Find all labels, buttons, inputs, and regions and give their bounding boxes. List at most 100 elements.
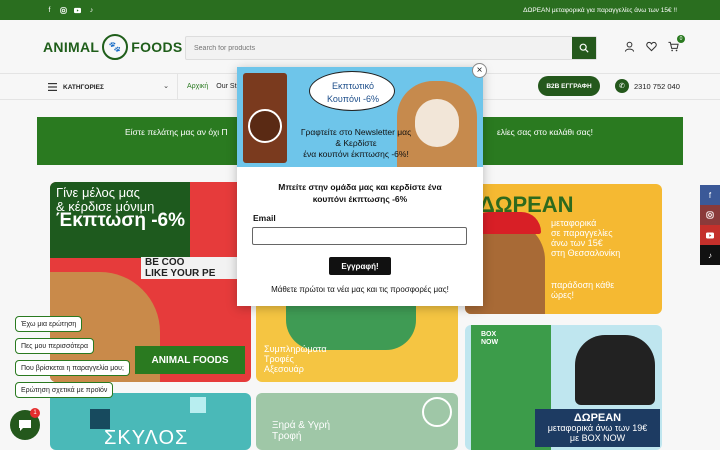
animal-foods-seal-icon xyxy=(422,397,452,427)
facebook-icon[interactable]: f xyxy=(46,7,53,14)
tile-free-text: μεταφορικά σε παραγγελίες άνω των 15€ στ… xyxy=(551,218,620,258)
header-icons: 0 xyxy=(623,35,685,52)
chat-quick-reply[interactable]: Ερώτηση σχετικά με προϊόν xyxy=(15,382,114,398)
newsletter-popup: Εκπτωτικό Κουπόνι -6% Γραφτείτε στο News… xyxy=(237,63,487,306)
tile-free-line-6: ώρες! xyxy=(551,290,574,300)
email-field[interactable] xyxy=(252,227,467,245)
logo-text-animal: ANIMAL xyxy=(43,39,100,55)
notice-text-left: Είστε πελάτης μας αν όχι Π xyxy=(125,127,228,137)
tile-free-text-2: παράδοση κάθε ώρες! xyxy=(551,280,614,300)
phone-number: 2310 752 040 xyxy=(634,81,680,91)
nav-link-our-stores[interactable]: Our St xyxy=(216,83,236,90)
instagram-icon[interactable] xyxy=(60,6,67,14)
popup-newsletter-text: Γραφτείτε στο Newsletter μας & Κερδίστε … xyxy=(281,127,431,160)
side-social-bar: f ♪ xyxy=(700,185,720,265)
boxnow-caption-line-1: ΔΩΡΕΑΝ xyxy=(573,412,622,424)
close-icon[interactable]: × xyxy=(472,63,487,78)
chevron-down-icon: ⌄ xyxy=(163,83,169,90)
tile-birds-text: Συμπληρώματα Τροφές Αξεσουάρ xyxy=(264,344,327,374)
promo-tile-free-shipping[interactable]: ΔΩΡΕΑΝ μεταφορικά σε παραγγελίες άνω των… xyxy=(465,184,662,314)
tile-free-line-3: άνω των 15€ xyxy=(551,238,603,248)
account-icon[interactable] xyxy=(623,40,635,52)
tile-discount: Έκπτωση -6% xyxy=(56,210,186,231)
categories-menu[interactable]: ΚΑΤΗΓΟΡΙΕΣ ⌄ xyxy=(43,74,178,100)
b2b-register-button[interactable]: B2B ΕΓΓΡΑΦΗ xyxy=(538,76,600,96)
boxnow-caption-line-3: με BOX NOW xyxy=(569,433,626,443)
hamburger-icon xyxy=(48,83,57,91)
logo-text-foods: FOODS xyxy=(131,39,183,55)
popup-heading-line-1: Μπείτε στην ομάδα μας και κερδίστε ένα xyxy=(278,182,442,192)
tile-coupon-text: BE COO LIKE YOUR PE xyxy=(141,257,251,279)
tile-birds-line-1: Συμπληρώματα xyxy=(264,344,327,354)
bubble-line-1: Εκπτωτικό xyxy=(332,81,374,91)
parrots-image xyxy=(286,300,416,350)
tile-membership-text: Γίνε μέλος μας & κέρδισε μόνιμη Έκπτωση … xyxy=(56,185,186,231)
decor-square xyxy=(90,409,110,429)
chat-bubble-icon xyxy=(19,419,31,431)
tile-coupon-line-2: LIKE YOUR PE xyxy=(145,268,216,279)
phone-contact[interactable]: ✆ 2310 752 040 xyxy=(615,79,680,93)
bubble-line-2: Κουπόνι -6% xyxy=(326,94,380,104)
decor-square xyxy=(190,397,206,413)
promo-tile-birds[interactable]: Συμπληρώματα Τροφές Αξεσουάρ xyxy=(256,300,458,382)
top-social-links: f ♪ xyxy=(46,7,95,14)
chat-unread-badge: 1 xyxy=(30,408,40,418)
promo-tile-food[interactable]: Ξηρά & Υγρή Τροφή xyxy=(256,393,458,450)
boxnow-label: BOX NOW xyxy=(481,331,498,347)
nav-link-home[interactable]: Αρχική xyxy=(187,83,208,90)
tile-free-line-5: παράδοση κάθε xyxy=(551,280,615,290)
tile-brand-logo: ANIMAL FOODS xyxy=(135,346,245,374)
news-line-1: Γραφτείτε στο Newsletter μας xyxy=(300,127,412,137)
tiktok-icon[interactable]: ♪ xyxy=(700,245,720,265)
cart-count-badge: 0 xyxy=(677,35,685,43)
search-button[interactable] xyxy=(572,37,596,59)
site-logo[interactable]: ANIMAL 🐾 FOODS xyxy=(43,34,183,60)
promo-tile-dogs[interactable]: ΣΚΥΛΟΣ xyxy=(50,393,251,450)
boxnow-caption-line-2: μεταφορικά άνω των 19€ xyxy=(547,423,648,433)
promo-tile-boxnow[interactable]: BOX NOW ΔΩΡΕΑΝ μεταφορικά άνω των 19€ με… xyxy=(465,325,662,450)
bag-seal-icon xyxy=(248,109,282,143)
youtube-icon[interactable] xyxy=(74,7,81,14)
youtube-icon[interactable] xyxy=(700,225,720,245)
boxnow-label-line-1: BOX xyxy=(481,331,497,338)
top-promo-text: ΔΩΡΕΑΝ μεταφορικά για παραγγελίες άνω τω… xyxy=(523,6,677,14)
email-label: Email xyxy=(253,213,276,223)
popup-heading: Μπείτε στην ομάδα μας και κερδίστε ένα κ… xyxy=(237,181,483,205)
logo-paw-icon: 🐾 xyxy=(102,34,129,60)
tile-line-1: Γίνε μέλος μας xyxy=(56,185,140,200)
top-bar: f ♪ ΔΩΡΕΑΝ μεταφορικά για παραγγελίες άν… xyxy=(0,0,720,20)
tiktok-icon[interactable]: ♪ xyxy=(88,7,95,14)
popup-heading-line-2: κουπόνι έκπτωσης -6% xyxy=(312,194,408,204)
search-icon xyxy=(579,43,589,53)
site-header: ANIMAL 🐾 FOODS 0 xyxy=(0,20,720,74)
cart-icon[interactable]: 0 xyxy=(667,35,685,52)
coupon-speech-bubble: Εκπτωτικό Κουπόνι -6% xyxy=(309,71,395,111)
tile-food-line-1: Ξηρά & Υγρή xyxy=(272,420,331,431)
boxnow-caption: ΔΩΡΕΑΝ μεταφορικά άνω των 19€ με BOX NOW xyxy=(535,409,660,447)
chat-quick-reply[interactable]: Έχω μια ερώτηση xyxy=(15,316,83,332)
tile-food-line-2: Τροφή xyxy=(272,431,302,442)
news-line-2: & Κερδίστε xyxy=(335,138,377,148)
tile-food-text: Ξηρά & Υγρή Τροφή xyxy=(272,420,330,442)
chat-quick-reply[interactable]: Που βρίσκεται η παραγγελία μου; xyxy=(15,360,130,376)
tile-birds-line-3: Αξεσουάρ xyxy=(264,364,304,374)
cat-image xyxy=(575,335,655,405)
boxnow-label-line-2: NOW xyxy=(481,339,499,346)
popup-hero-image: Εκπτωτικό Κουπόνι -6% Γραφτείτε στο News… xyxy=(237,67,483,167)
wishlist-heart-icon[interactable] xyxy=(645,40,657,52)
subscribe-button[interactable]: Εγγραφή! xyxy=(329,257,391,275)
popup-footer-text: Μάθετε πρώτοι τα νέα μας και τις προσφορ… xyxy=(271,285,449,294)
facebook-icon[interactable]: f xyxy=(700,185,720,205)
nav-links: Αρχική Our St xyxy=(187,83,237,90)
chat-quick-reply[interactable]: Πες μου περισσότερα xyxy=(15,338,95,354)
tile-free-line-1: μεταφορικά xyxy=(551,218,597,228)
tile-coupon-line-1: BE COO xyxy=(145,257,185,268)
search-input[interactable] xyxy=(186,37,571,60)
tile-free-line-4: στη Θεσσαλονίκη xyxy=(551,248,621,258)
notice-text-right: ελίες σας στο καλάθι σας! xyxy=(496,127,593,137)
categories-label: ΚΑΤΗΓΟΡΙΕΣ xyxy=(63,83,104,91)
phone-icon: ✆ xyxy=(615,79,629,93)
instagram-icon[interactable] xyxy=(700,205,720,225)
tile-free-line-2: σε παραγγελίες xyxy=(551,228,613,238)
search-bar xyxy=(185,36,597,60)
